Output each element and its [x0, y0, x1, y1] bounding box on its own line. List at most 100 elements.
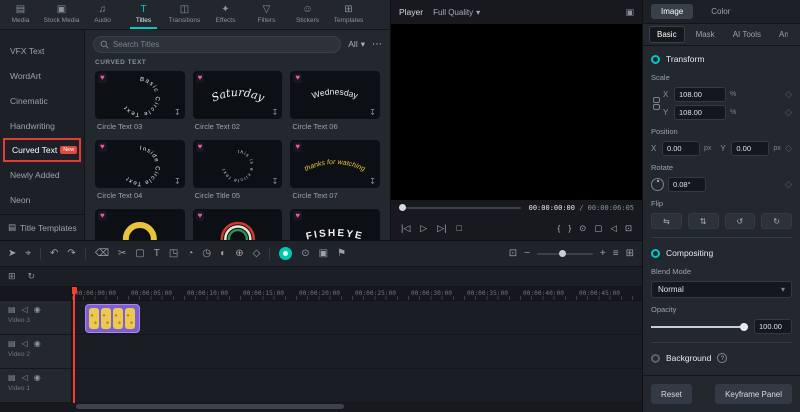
zoom-slider[interactable] [537, 253, 593, 255]
background-toggle[interactable] [651, 354, 660, 363]
sidebar-item-curved-text[interactable]: Curved Text New [3, 138, 81, 162]
title-preview[interactable]: ♥ [95, 209, 185, 240]
track-header-video-3[interactable]: ▤ ◁ ◉ Video 3 [0, 301, 71, 335]
favorite-icon[interactable]: ♥ [98, 142, 107, 152]
subtab-animation[interactable]: Animation [772, 27, 788, 42]
position-y-input[interactable]: 0.00 [731, 141, 769, 156]
mute-track-icon[interactable]: ◁ [22, 373, 28, 382]
sidebar-item-wordart[interactable]: WordArt [0, 63, 84, 88]
preview-window-icon[interactable]: ▢ [594, 223, 602, 234]
tab-titles[interactable]: TTitles [123, 0, 164, 29]
tab-effects[interactable]: ✦Effects [205, 0, 246, 29]
preview-viewport[interactable] [391, 24, 642, 200]
undo-icon[interactable]: ↶ [50, 249, 58, 259]
opacity-slider[interactable] [651, 326, 748, 328]
keyframe-icon[interactable]: ◇ [785, 107, 792, 118]
favorite-icon[interactable]: ♥ [293, 211, 302, 221]
favorite-icon[interactable]: ♥ [196, 142, 205, 152]
compositing-toggle[interactable] [651, 249, 660, 258]
title-preview[interactable]: Wednesday ♥ ↧ [290, 71, 380, 119]
title-preview[interactable]: Inside Circle Text ♥ ↧ [95, 140, 185, 188]
scale-x-input[interactable]: 108.00 [674, 87, 726, 102]
sidebar-item-cinematic[interactable]: Cinematic [0, 88, 84, 113]
sidebar-item-title-templates[interactable]: ▤ Title Templates [0, 214, 84, 240]
title-template-card[interactable]: Wednesday ♥ ↧ Circle Text 06 [290, 71, 380, 133]
stop-button[interactable]: □ [456, 223, 461, 234]
subtab-basic[interactable]: Basic [649, 26, 685, 43]
track-lane[interactable] [72, 335, 642, 369]
title-preview[interactable]: thanks for watching ♥ ↧ [290, 140, 380, 188]
track-lane[interactable] [72, 369, 642, 403]
hide-track-icon[interactable]: ◉ [34, 339, 41, 348]
keyframe-icon[interactable]: ◇ [785, 143, 792, 154]
title-template-card[interactable]: thanks for watching ♥ ↧ Circle Text 07 [290, 140, 380, 202]
subtab-ai-tools[interactable]: AI Tools [726, 27, 768, 42]
transform-section-header[interactable]: Transform [651, 52, 792, 66]
record-button[interactable] [279, 247, 292, 260]
keyframe-icon[interactable]: ◇ [253, 249, 261, 259]
next-frame-button[interactable]: ▷| [437, 223, 446, 234]
grid-view-icon[interactable]: ⊞ [626, 249, 634, 259]
play-button[interactable]: ▷ [420, 223, 427, 234]
download-icon[interactable]: ↧ [174, 109, 181, 117]
seek-knob[interactable] [399, 204, 406, 211]
title-template-card[interactable]: ♥ [95, 209, 185, 240]
delete-icon[interactable]: ⌫ [95, 249, 109, 259]
zoom-tool-icon[interactable]: ⌖ [25, 249, 31, 259]
mute-track-icon[interactable]: ◁ [22, 339, 28, 348]
sidebar-item-handwriting[interactable]: Handwriting [0, 113, 84, 138]
title-preview[interactable]: this is a circle text ♥ ↧ [193, 140, 283, 188]
favorite-icon[interactable]: ♥ [293, 73, 302, 83]
rotate-input[interactable]: 0.08° [668, 177, 706, 192]
track-refresh-icon[interactable]: ↻ [28, 271, 36, 282]
keyframe-icon[interactable]: ◇ [785, 89, 792, 100]
track-header-video-1[interactable]: ▤ ◁ ◉ Video 1 [0, 369, 71, 403]
zoom-in-icon[interactable]: + [600, 249, 606, 259]
timeline-tracks-area[interactable]: 00:00:00:00 00:00:05:00 00:00:10:00 00:0… [72, 287, 642, 403]
add-track-icon[interactable]: ⊞ [8, 271, 16, 282]
list-view-icon[interactable]: ≡ [613, 249, 619, 259]
download-icon[interactable]: ↧ [272, 178, 279, 186]
title-template-card[interactable]: Saturday ♥ ↧ Circle Text 02 [193, 71, 283, 133]
title-template-card[interactable]: Inside Circle Text ♥ ↧ Circle Text 04 [95, 140, 185, 202]
search-input[interactable] [113, 40, 334, 49]
download-icon[interactable]: ↧ [272, 109, 279, 117]
sidebar-item-neon[interactable]: Neon [0, 187, 84, 212]
pointer-tool-icon[interactable]: ➤ [8, 249, 16, 259]
track-lane[interactable] [72, 301, 642, 335]
tab-media[interactable]: ▤Media [0, 0, 41, 29]
timeline-clip[interactable] [85, 304, 140, 333]
motion-tracking-icon[interactable]: ⊕ [235, 249, 243, 259]
favorite-icon[interactable]: ♥ [196, 73, 205, 83]
title-preview[interactable]: Basic Circle Text ♥ ↧ [95, 71, 185, 119]
favorite-icon[interactable]: ♥ [98, 211, 107, 221]
download-icon[interactable]: ↧ [174, 178, 181, 186]
scale-y-input[interactable]: 108.00 [674, 105, 726, 120]
zoom-fit-icon[interactable]: ⊡ [509, 249, 517, 259]
prev-frame-button[interactable]: |◁ [401, 223, 410, 234]
screen-record-icon[interactable]: ▣ [319, 249, 328, 259]
crop-icon[interactable]: ▢ [135, 249, 144, 259]
tab-stickers[interactable]: ☺Stickers [287, 0, 328, 29]
reset-button[interactable]: Reset [651, 384, 692, 404]
zoom-out-icon[interactable]: − [524, 249, 530, 259]
fullscreen-icon[interactable]: ⊡ [625, 223, 632, 234]
transform-toggle[interactable] [651, 55, 660, 64]
marker-icon[interactable]: ⚑ [337, 249, 346, 259]
snapshot-icon[interactable]: ⊙ [579, 223, 586, 234]
hide-track-icon[interactable]: ◉ [34, 373, 41, 382]
favorite-icon[interactable]: ♥ [293, 142, 302, 152]
track-header-video-2[interactable]: ▤ ◁ ◉ Video 2 [0, 335, 71, 369]
title-template-card[interactable]: ♥ [193, 209, 283, 240]
quality-dropdown[interactable]: Full Quality ▾ [433, 8, 480, 17]
background-section-header[interactable]: Background ? [651, 351, 792, 365]
mute-track-icon[interactable]: ◁ [22, 305, 28, 314]
tab-stock-media[interactable]: ▣Stock Media [41, 0, 82, 29]
view-settings-icon[interactable]: ▣ [625, 7, 634, 18]
title-template-card[interactable]: FISHEYE ♥ ↧ [290, 209, 380, 240]
tab-image[interactable]: Image [651, 4, 693, 19]
compositing-section-header[interactable]: Compositing [651, 246, 792, 260]
flip-horizontal-button[interactable]: ⇆ [651, 213, 682, 229]
mark-in-icon[interactable]: { [557, 223, 560, 234]
track-source-icon[interactable]: ▤ [8, 305, 16, 314]
